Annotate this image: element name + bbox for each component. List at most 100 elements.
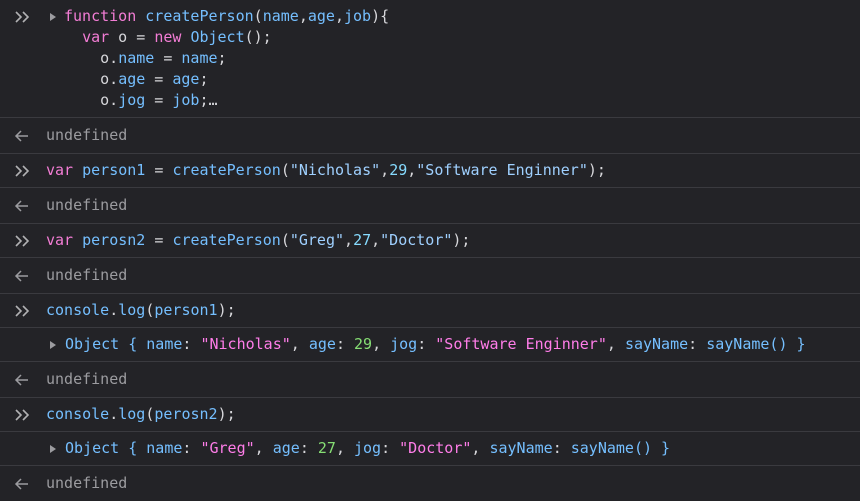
token: ){ — [371, 7, 390, 25]
token: new — [154, 28, 182, 46]
token: = — [145, 70, 173, 88]
token: 27 — [353, 231, 372, 249]
return-arrow-icon — [14, 477, 36, 491]
token: perosn2 — [82, 231, 146, 249]
token: ); — [452, 231, 471, 249]
result-value: undefined — [46, 474, 128, 492]
console-result-row[interactable]: undefined — [0, 362, 860, 398]
token: ;… — [199, 91, 218, 109]
token: : — [381, 439, 400, 457]
token: log — [118, 301, 146, 319]
token: . — [109, 405, 119, 423]
console-result-row[interactable]: undefined — [0, 258, 860, 294]
input-prompt-icon — [14, 408, 36, 422]
token: . — [109, 301, 119, 319]
token: var — [46, 231, 74, 249]
token: name — [262, 7, 299, 25]
token: jog — [118, 91, 146, 109]
result-value: undefined — [46, 196, 128, 214]
token: name — [118, 49, 155, 67]
token: ); — [217, 405, 236, 423]
return-arrow-icon — [14, 129, 36, 143]
token: jog — [390, 335, 418, 353]
token: createPerson — [172, 231, 281, 249]
token: { — [119, 439, 147, 457]
token: , — [254, 439, 273, 457]
expand-triangle-icon[interactable] — [50, 445, 56, 453]
token: createPerson — [145, 7, 254, 25]
token: age — [118, 70, 146, 88]
object-preview[interactable]: Object { name: "Nicholas", age: 29, jog:… — [65, 334, 806, 355]
code-line: o.age = age; — [64, 69, 209, 90]
code-line: var perosn2 = createPerson("Greg",27,"Do… — [46, 230, 470, 251]
console-input-row[interactable]: console.log(perosn2); — [0, 398, 860, 432]
token: ; — [217, 49, 227, 67]
token: : — [688, 335, 707, 353]
token: person1 — [154, 301, 218, 319]
token: , — [606, 335, 625, 353]
token: age — [172, 70, 200, 88]
console-input-row[interactable]: function createPerson(name,age,job){ var… — [0, 0, 860, 118]
console-result-row[interactable]: undefined — [0, 466, 860, 501]
token: "Doctor" — [380, 231, 453, 249]
token: 29 — [354, 335, 373, 353]
token: age — [272, 439, 300, 457]
token: age — [308, 335, 336, 353]
token: age — [307, 7, 335, 25]
token: perosn2 — [154, 405, 218, 423]
token: ( — [253, 7, 263, 25]
token: "Greg" — [289, 231, 345, 249]
return-arrow-icon — [14, 269, 36, 283]
token: , — [407, 161, 417, 179]
input-prompt-icon — [14, 304, 36, 318]
code-line: console.log(person1); — [46, 300, 236, 321]
token: sayName — [624, 335, 689, 353]
token: sayName() — [570, 439, 653, 457]
token: ( — [280, 161, 290, 179]
token: sayName() — [706, 335, 788, 353]
code-line: var o = new Object(); — [64, 27, 272, 48]
token: Object — [65, 335, 120, 353]
input-prompt-icon — [14, 164, 36, 178]
console-result-row[interactable]: undefined — [0, 118, 860, 154]
token: , — [290, 335, 309, 353]
console-result-row[interactable]: undefined — [0, 188, 860, 224]
token: , — [471, 439, 490, 457]
return-arrow-icon — [14, 199, 36, 213]
console-input-row[interactable]: var person1 = createPerson("Nicholas",29… — [0, 154, 860, 188]
input-prompt-icon — [14, 10, 36, 24]
token: person1 — [82, 161, 146, 179]
token: ; — [199, 70, 209, 88]
token: console — [46, 301, 110, 319]
token: 27 — [317, 439, 336, 457]
object-preview[interactable]: Object { name: "Greg", age: 27, jog: "Do… — [65, 438, 670, 459]
token: : — [182, 439, 201, 457]
token: , — [371, 231, 381, 249]
token: : — [182, 335, 201, 353]
token: Object — [190, 28, 245, 46]
console-input-row[interactable]: var perosn2 = createPerson("Greg",27,"Do… — [0, 224, 860, 258]
token: job — [172, 91, 200, 109]
token: = — [145, 91, 173, 109]
code-line: function createPerson(name,age,job){ — [64, 6, 389, 27]
token: console — [46, 405, 110, 423]
console-output: function createPerson(name,age,job){ var… — [0, 0, 860, 492]
token: } — [652, 439, 671, 457]
token: Object — [65, 439, 120, 457]
token: : — [335, 335, 354, 353]
token: ( — [280, 231, 290, 249]
token: } — [787, 335, 806, 353]
code-line: o.jog = job;… — [64, 90, 218, 111]
token: 29 — [389, 161, 408, 179]
console-input-row[interactable]: console.log(person1); — [0, 294, 860, 328]
result-value: undefined — [46, 266, 128, 284]
token: function — [64, 7, 137, 25]
console-log-row[interactable]: Object { name: "Greg", age: 27, jog: "Do… — [0, 432, 860, 466]
expand-triangle-icon[interactable] — [50, 13, 56, 21]
expand-triangle-icon[interactable] — [50, 341, 56, 349]
token: name — [146, 335, 183, 353]
console-log-row[interactable]: Object { name: "Nicholas", age: 29, jog:… — [0, 328, 860, 362]
token: jog — [354, 439, 382, 457]
